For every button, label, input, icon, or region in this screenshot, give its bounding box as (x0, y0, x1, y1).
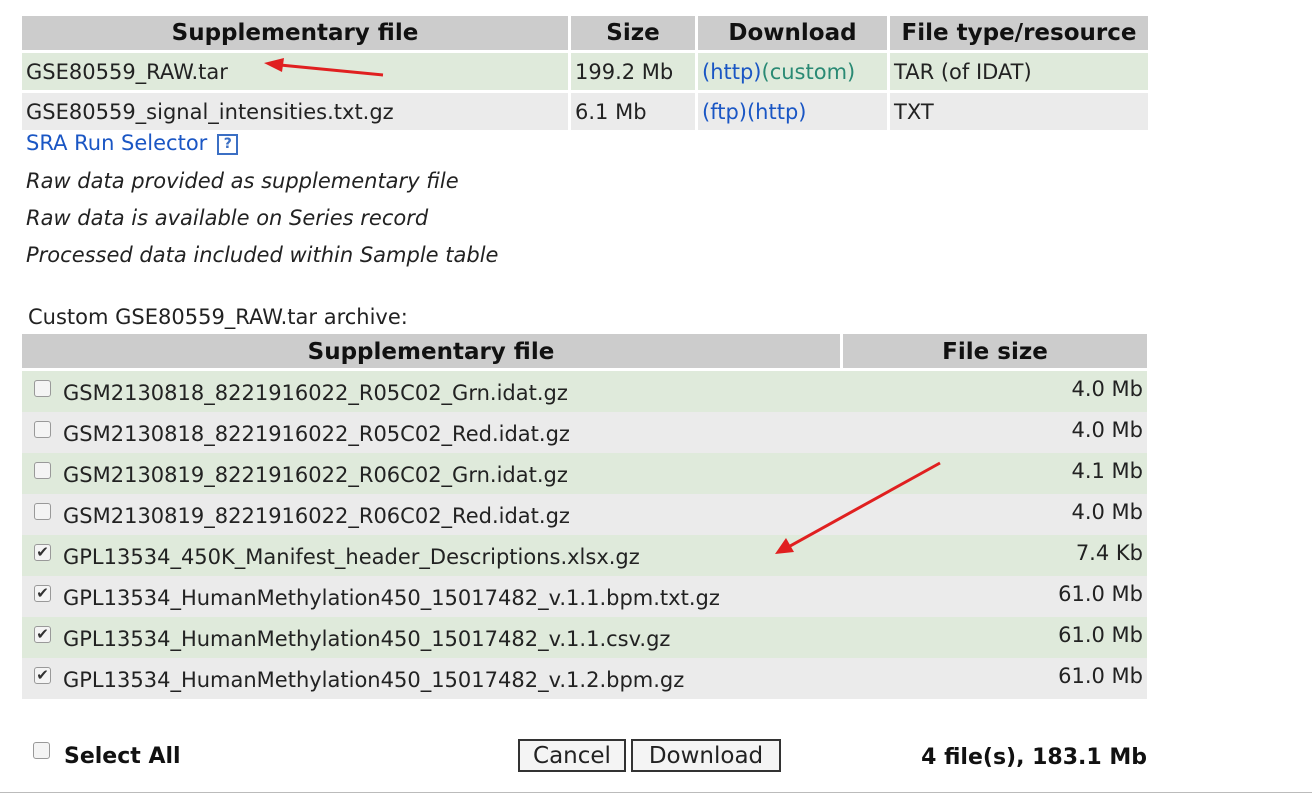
file-checkbox[interactable]: ✔ (34, 626, 51, 643)
file-size: 7.4 Kb (1075, 541, 1143, 565)
file-size: 61.0 Mb (1058, 582, 1143, 606)
info-line: Processed data included within Sample ta… (26, 243, 499, 267)
file-name: GSM2130818_8221916022_R05C02_Red.idat.gz (63, 422, 570, 446)
file-checkbox[interactable]: ✔ (34, 585, 51, 602)
file-checkbox[interactable] (34, 380, 51, 397)
custom-link[interactable]: (custom) (762, 60, 856, 84)
http-link[interactable]: (http) (702, 60, 762, 84)
table-row: GSM2130819_8221916022_R06C02_Red.idat.gz… (22, 494, 1147, 535)
info-line: Raw data provided as supplementary file (26, 169, 459, 193)
download-links: (ftp)(http) (698, 90, 890, 130)
file-size: 6.1 Mb (571, 90, 698, 130)
file-name: GSM2130818_8221916022_R05C02_Grn.idat.gz (63, 381, 568, 405)
header-file-size: File size (843, 334, 1147, 368)
table-row: ✔ GPL13534_HumanMethylation450_15017482_… (22, 658, 1147, 699)
download-button[interactable]: Download (631, 739, 781, 772)
header-download: Download (698, 16, 890, 50)
header-size: Size (571, 16, 698, 50)
ftp-link[interactable]: (ftp) (702, 100, 747, 124)
table-row: ✔ GPL13534_HumanMethylation450_15017482_… (22, 576, 1147, 617)
download-links: (http)(custom) (698, 50, 890, 90)
divider (0, 792, 1312, 793)
file-name: GSE80559_signal_intensities.txt.gz (22, 90, 571, 130)
table-row: GSM2130819_8221916022_R06C02_Grn.idat.gz… (22, 453, 1147, 494)
file-name: GSM2130819_8221916022_R06C02_Red.idat.gz (63, 504, 570, 528)
file-name: GPL13534_HumanMethylation450_15017482_v.… (63, 586, 720, 610)
file-type: TXT (890, 90, 1151, 130)
select-all-checkbox[interactable] (33, 742, 50, 759)
table-row: GSM2130818_8221916022_R05C02_Grn.idat.gz… (22, 371, 1147, 412)
file-size: 4.1 Mb (1071, 459, 1143, 483)
file-size: 4.0 Mb (1071, 500, 1143, 524)
file-size: 199.2 Mb (571, 50, 698, 90)
file-size: 4.0 Mb (1071, 377, 1143, 401)
file-size: 61.0 Mb (1058, 623, 1143, 647)
http-link[interactable]: (http) (747, 100, 807, 124)
table-header-row: Supplementary file Size Download File ty… (22, 16, 1151, 50)
help-icon[interactable]: ? (217, 134, 239, 155)
file-name: GPL13534_450K_Manifest_header_Descriptio… (63, 545, 640, 569)
file-name: GSM2130819_8221916022_R06C02_Grn.idat.gz (63, 463, 568, 487)
file-size: 4.0 Mb (1071, 418, 1143, 442)
header-supplementary-file: Supplementary file (22, 16, 571, 50)
file-name: GPL13534_HumanMethylation450_15017482_v.… (63, 668, 685, 692)
file-size: 61.0 Mb (1058, 664, 1143, 688)
file-checkbox[interactable] (34, 421, 51, 438)
info-line: Raw data is available on Series record (26, 206, 429, 230)
file-name: GSE80559_RAW.tar (22, 50, 571, 90)
archive-label: Custom GSE80559_RAW.tar archive: (28, 305, 408, 329)
file-name: GPL13534_HumanMethylation450_15017482_v.… (63, 627, 671, 651)
table-row: ✔ GPL13534_HumanMethylation450_15017482_… (22, 617, 1147, 658)
file-checkbox[interactable] (34, 503, 51, 520)
supplementary-files-table: Supplementary file Size Download File ty… (22, 16, 1151, 130)
file-type: TAR (of IDAT) (890, 50, 1151, 90)
selection-summary: 4 file(s), 183.1 Mb (921, 745, 1147, 770)
sra-run-selector-link[interactable]: SRA Run Selector (26, 131, 207, 155)
table-row: ✔ GPL13534_450K_Manifest_header_Descript… (22, 535, 1147, 576)
archive-file-list: GSM2130818_8221916022_R05C02_Grn.idat.gz… (22, 371, 1147, 699)
sra-run-selector-row: SRA Run Selector? (26, 131, 239, 155)
file-checkbox[interactable]: ✔ (34, 667, 51, 684)
header-supplementary-file: Supplementary file (22, 334, 840, 368)
select-all-label: Select All (64, 744, 181, 769)
table-row: GSM2130818_8221916022_R05C02_Red.idat.gz… (22, 412, 1147, 453)
archive-table-header: Supplementary file File size (22, 334, 1147, 368)
file-checkbox[interactable] (34, 462, 51, 479)
file-checkbox[interactable]: ✔ (34, 544, 51, 561)
cancel-button[interactable]: Cancel (518, 739, 626, 772)
header-file-type: File type/resource (890, 16, 1151, 50)
table-row: GSE80559_signal_intensities.txt.gz 6.1 M… (22, 90, 1151, 130)
table-row: GSE80559_RAW.tar 199.2 Mb (http)(custom)… (22, 50, 1151, 90)
